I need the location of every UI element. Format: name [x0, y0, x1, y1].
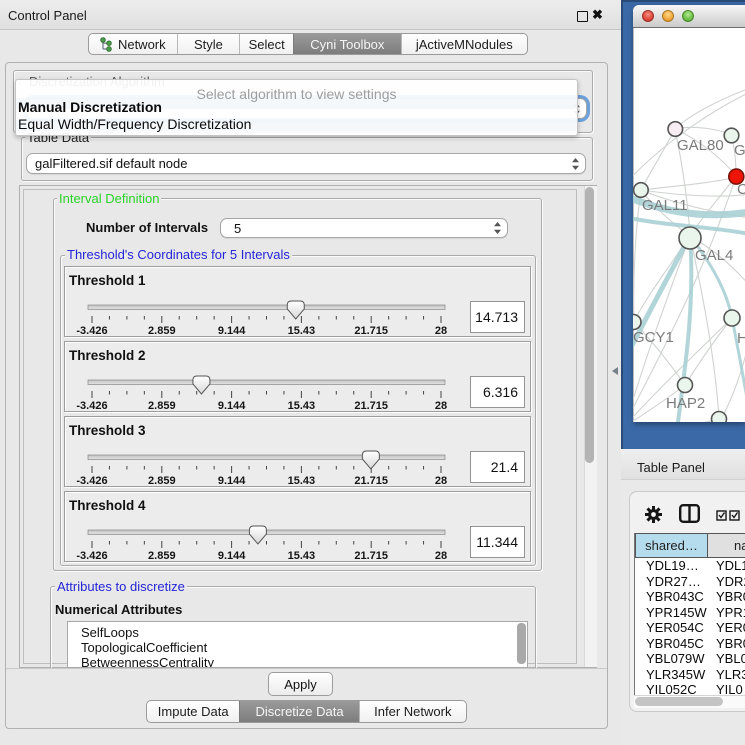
- svg-text:HAP2: HAP2: [666, 395, 705, 412]
- svg-text:HA: HA: [737, 330, 745, 347]
- svg-text:GCY1: GCY1: [633, 329, 674, 346]
- svg-text:GA: GA: [734, 142, 745, 159]
- svg-text:CA: CA: [737, 181, 745, 198]
- svg-text:GAL4: GAL4: [695, 247, 733, 264]
- svg-text:GAL80: GAL80: [677, 137, 724, 154]
- svg-text:GAL11: GAL11: [642, 197, 688, 214]
